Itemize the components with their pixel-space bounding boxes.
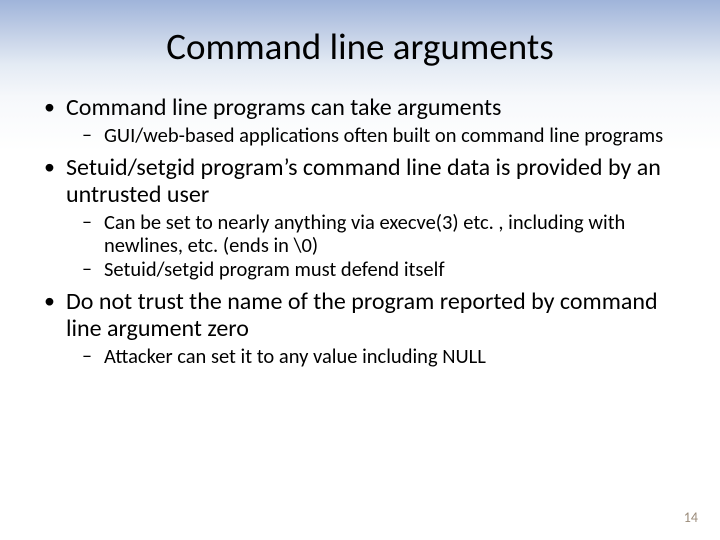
sub-list: GUI/web-based applications often built o… xyxy=(66,124,680,147)
bullet-list: Command line programs can take arguments… xyxy=(40,95,680,368)
sub-item: Can be set to nearly anything via execve… xyxy=(80,211,680,257)
sub-list: Can be set to nearly anything via execve… xyxy=(66,211,680,282)
bullet-text: Setuid/setgid program’s command line dat… xyxy=(66,153,661,209)
sub-text: Setuid/setgid program must defend itself xyxy=(104,256,445,282)
sub-item: Attacker can set it to any value includi… xyxy=(80,345,680,368)
sub-text: GUI/web-based applications often built o… xyxy=(104,122,663,148)
sub-item: GUI/web-based applications often built o… xyxy=(80,124,680,147)
bullet-item: Setuid/setgid program’s command line dat… xyxy=(40,155,680,282)
sub-list: Attacker can set it to any value includi… xyxy=(66,345,680,368)
page-number: 14 xyxy=(684,509,698,526)
slide: Command line arguments Command line prog… xyxy=(0,0,720,540)
bullet-item: Do not trust the name of the program rep… xyxy=(40,289,680,368)
bullet-text: Do not trust the name of the program rep… xyxy=(66,287,658,343)
sub-text: Attacker can set it to any value includi… xyxy=(104,343,486,369)
sub-item: Setuid/setgid program must defend itself xyxy=(80,258,680,281)
slide-title: Command line arguments xyxy=(40,24,680,69)
sub-text: Can be set to nearly anything via execve… xyxy=(104,209,625,258)
bullet-item: Command line programs can take arguments… xyxy=(40,95,680,147)
bullet-text: Command line programs can take arguments xyxy=(66,93,501,122)
